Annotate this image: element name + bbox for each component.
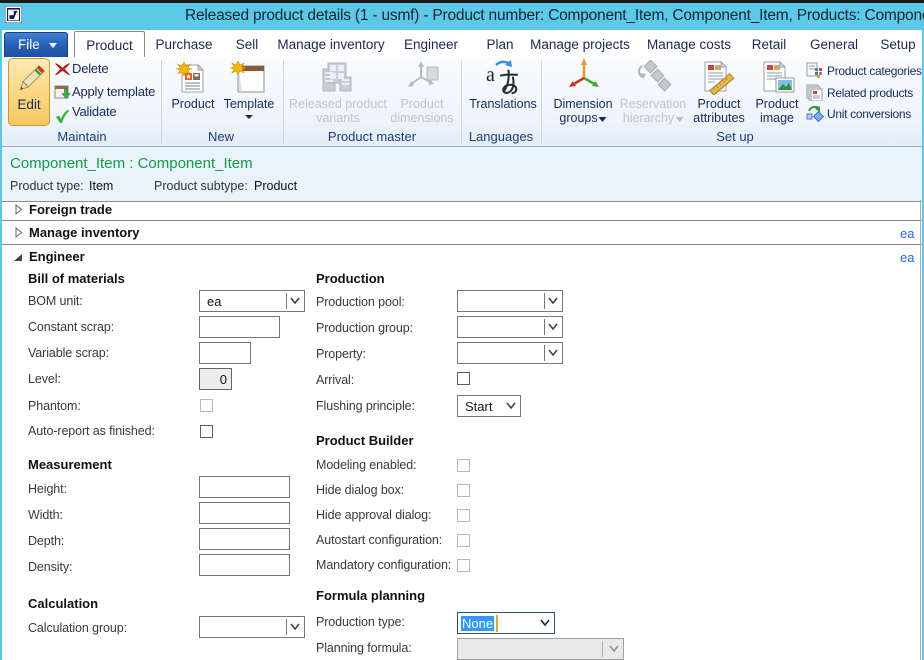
svg-text:a: a: [486, 64, 495, 86]
